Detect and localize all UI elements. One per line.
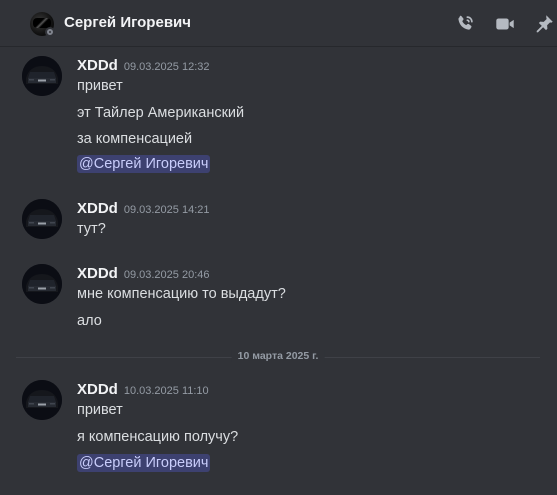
author-name[interactable]: XDDd xyxy=(77,381,118,398)
message-text: тут? xyxy=(77,221,106,237)
author-line: XDDd 10.03.2025 11:10 xyxy=(77,381,209,399)
pin-icon[interactable] xyxy=(533,13,555,35)
date-divider-label: 10 марта 2025 г. xyxy=(231,350,325,362)
user-avatar[interactable] xyxy=(22,199,62,239)
message-timestamp: 09.03.2025 12:32 xyxy=(123,61,210,73)
message-text: я компенсацию получу? xyxy=(77,429,239,445)
user-mention[interactable]: @Сергей Игоревич xyxy=(77,454,211,472)
author-name[interactable]: XDDd xyxy=(77,265,118,282)
video-icon[interactable] xyxy=(494,13,516,35)
dm-header: Сергей Игоревич xyxy=(0,0,557,47)
date-divider: 10 марта 2025 г. xyxy=(16,350,540,362)
author-line: XDDd 09.03.2025 14:21 xyxy=(77,200,209,218)
user-mention[interactable]: @Сергей Игоревич xyxy=(77,155,211,173)
message-text: эт Тайлер Американский xyxy=(77,105,245,121)
user-avatar[interactable] xyxy=(22,380,62,420)
user-avatar[interactable] xyxy=(22,56,62,96)
author-line: XDDd 09.03.2025 20:46 xyxy=(77,265,209,283)
mention-line: @Сергей Игоревич xyxy=(77,155,211,173)
user-avatar[interactable] xyxy=(22,264,62,304)
offline-status-icon xyxy=(45,27,55,37)
message-timestamp: 09.03.2025 14:21 xyxy=(123,204,210,216)
message-text: ало xyxy=(77,313,102,329)
author-name[interactable]: XDDd xyxy=(77,57,118,74)
author-name[interactable]: XDDd xyxy=(77,200,118,217)
message-timestamp: 09.03.2025 20:46 xyxy=(123,269,210,281)
message-text: мне компенсацию то выдадут? xyxy=(77,286,286,302)
message-text: привет xyxy=(77,402,123,418)
header-title[interactable]: Сергей Игоревич xyxy=(64,14,191,31)
message-timestamp: 10.03.2025 11:10 xyxy=(123,385,209,397)
phone-icon[interactable] xyxy=(454,13,476,35)
message-text: привет xyxy=(77,78,123,94)
mention-line: @Сергей Игоревич xyxy=(77,454,211,472)
author-line: XDDd 09.03.2025 12:32 xyxy=(77,57,209,75)
message-text: за компенсацией xyxy=(77,131,193,147)
